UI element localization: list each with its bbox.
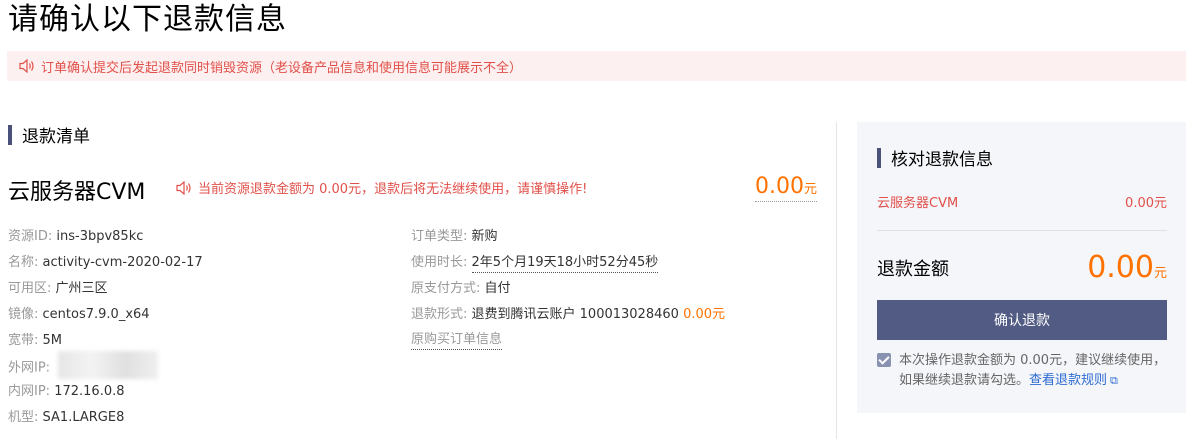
info-key: 名称: <box>8 255 39 270</box>
info-key: 订单类型: <box>411 229 468 244</box>
info-value: 新购 <box>471 229 498 244</box>
info-image: 镜像: centos7.9.0_x64 <box>8 307 150 323</box>
product-price-amount: 0.00 <box>755 174 804 199</box>
info-resource-id: 资源ID: ins-3bpv85kc <box>8 229 143 245</box>
speaker-icon <box>176 180 191 195</box>
agree-text: 本次操作退款金额为 0.00元，建议继续使用，如果继续退款请勾选。查看退款规则 ⧉ <box>899 351 1172 391</box>
info-private-ip: 内网IP: 172.16.0.8 <box>8 384 125 400</box>
info-bandwidth: 宽带: 5M <box>8 333 62 349</box>
info-value: 广州三区 <box>55 281 108 296</box>
notice-text: 订单确认提交后发起退款同时销毁资源（老设备产品信息和使用信息可能展示不全） <box>41 60 523 76</box>
summary-item-name: 云服务器CVM <box>877 196 959 211</box>
refund-rules-link[interactable]: 查看退款规则 <box>1029 373 1107 388</box>
info-key: 外网IP: <box>8 360 51 376</box>
info-value: 172.16.0.8 <box>54 384 125 399</box>
notice-banner: 订单确认提交后发起退款同时销毁资源（老设备产品信息和使用信息可能展示不全） <box>7 51 1186 81</box>
summary-item-amount: 0.00元 <box>1125 196 1167 211</box>
refund-total-label: 退款金额 <box>877 259 949 280</box>
refund-warning-text: 当前资源退款金额为 0.00元，退款后将无法继续使用，请谨慎操作! <box>198 182 588 197</box>
info-key: 内网IP: <box>8 384 51 399</box>
summary-item-row: 云服务器CVM 0.00元 <box>877 192 1167 211</box>
original-order-link[interactable]: 原购买订单信息 <box>411 332 503 350</box>
heading-accent-bar <box>877 147 881 168</box>
agree-row: 本次操作退款金额为 0.00元，建议继续使用，如果继续退款请勾选。查看退款规则 ⧉ <box>877 351 1172 391</box>
info-key: 镜像: <box>8 307 39 322</box>
refund-warning: 当前资源退款金额为 0.00元，退款后将无法继续使用，请谨慎操作! <box>176 178 587 197</box>
summary-divider <box>877 230 1167 231</box>
info-zone: 可用区: 广州三区 <box>8 281 108 297</box>
info-public-ip: 外网IP: <box>8 351 159 379</box>
summary-title: 核对退款信息 <box>891 150 993 170</box>
refund-form-amount: 0.00元 <box>683 307 726 322</box>
external-link-icon[interactable]: ⧉ <box>1110 374 1118 387</box>
refund-total-amount: 0.00 <box>1087 250 1154 285</box>
info-order-type: 订单类型: 新购 <box>411 229 498 245</box>
info-value: SA1.LARGE8 <box>42 410 125 425</box>
summary-heading: 核对退款信息 <box>877 145 993 170</box>
product-price-unit: 元 <box>803 182 817 197</box>
info-original-order: 原购买订单信息 <box>411 332 503 350</box>
info-key: 机型: <box>8 410 39 425</box>
info-value: ins-3bpv85kc <box>56 229 144 244</box>
info-value: 5M <box>42 333 63 348</box>
info-value: activity-cvm-2020-02-17 <box>42 255 203 270</box>
info-refund-form: 退款形式: 退费到腾讯云账户 100013028460 0.00元 <box>411 307 725 323</box>
heading-accent-bar <box>8 124 12 145</box>
speaker-icon <box>19 59 34 73</box>
page-title: 请确认以下退款信息 <box>8 2 287 37</box>
info-value: centos7.9.0_x64 <box>42 307 150 322</box>
refund-list-heading: 退款清单 <box>8 122 90 147</box>
confirm-refund-button[interactable]: 确认退款 <box>877 300 1167 340</box>
refund-summary-panel: 核对退款信息 云服务器CVM 0.00元 退款金额 0.00元 确认退款 本次操… <box>857 122 1186 413</box>
info-instance-type: 机型: SA1.LARGE8 <box>8 410 124 426</box>
info-value: 退费到腾讯云账户 100013028460 <box>471 307 679 322</box>
refund-total: 0.00元 <box>1087 250 1167 285</box>
info-key: 资源ID: <box>8 229 53 244</box>
product-name: 云服务器CVM <box>8 180 146 205</box>
agree-checkbox[interactable] <box>877 353 891 367</box>
public-ip-redacted <box>58 351 159 379</box>
duration-value[interactable]: 2年5个月19天18小时52分45秒 <box>471 255 659 273</box>
info-key: 退款形式: <box>411 307 468 322</box>
info-key: 原支付方式: <box>411 281 481 296</box>
info-payment-method: 原支付方式: 自付 <box>411 281 511 297</box>
info-key: 可用区: <box>8 281 52 296</box>
info-duration: 使用时长: 2年5个月19天18小时52分45秒 <box>411 255 659 273</box>
column-divider <box>836 122 837 439</box>
info-value: 自付 <box>484 281 511 296</box>
product-price[interactable]: 0.00元 <box>755 174 817 202</box>
info-name: 名称: activity-cvm-2020-02-17 <box>8 255 203 271</box>
info-key: 使用时长: <box>411 255 468 270</box>
refund-total-unit: 元 <box>1153 266 1167 281</box>
info-key: 宽带: <box>8 333 39 348</box>
refund-list-title: 退款清单 <box>22 127 90 147</box>
